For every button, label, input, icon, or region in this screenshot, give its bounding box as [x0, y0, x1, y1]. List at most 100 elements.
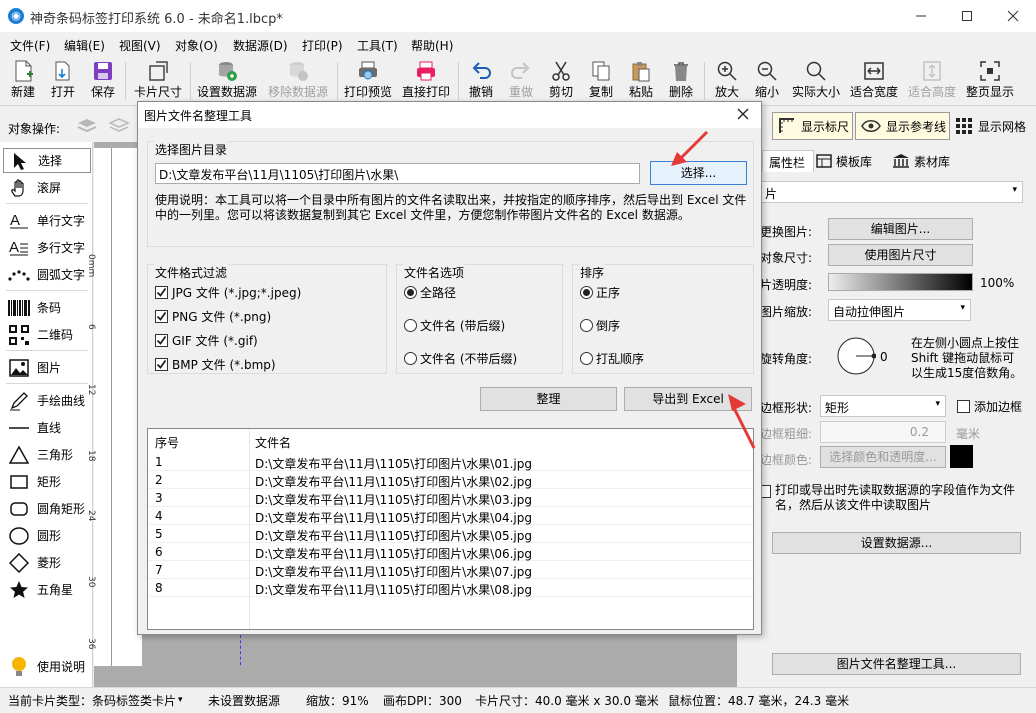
edit-image-button[interactable]: 编辑图片... [828, 218, 973, 240]
menu-help[interactable]: 帮助(H) [411, 37, 453, 54]
menu-edit[interactable]: 编辑(E) [64, 37, 105, 54]
format-jpg-checkbox[interactable]: JPG 文件 (*.jpg;*.jpeg) [155, 284, 301, 301]
border-color-swatch[interactable] [950, 445, 973, 468]
object-type-select[interactable]: 片 ▾ [758, 181, 1023, 203]
print-preview-button[interactable]: 打印预览 [343, 58, 393, 104]
fit-page-button[interactable]: 整页显示 [964, 58, 1016, 104]
format-gif-checkbox[interactable]: GIF 文件 (*.gif) [155, 332, 258, 349]
redo-button[interactable]: 重做 [504, 58, 538, 104]
zoom-in-button[interactable]: 放大 [710, 58, 744, 104]
rectangle-icon [7, 472, 31, 492]
tool-rectangle[interactable]: 矩形 [3, 469, 91, 494]
tool-arc-text[interactable]: 圆弧文字 [3, 262, 91, 287]
scale-select[interactable]: 自动拉伸图片 ▾ [828, 299, 971, 321]
tab-templates[interactable]: 模板库 [816, 150, 888, 172]
maximize-button[interactable] [944, 0, 990, 32]
save-button[interactable]: 保存 [86, 58, 120, 104]
tool-diamond[interactable]: 菱形 [3, 550, 91, 575]
border-shape-select[interactable]: 矩形 ▾ [820, 395, 946, 417]
dialog-close-icon[interactable] [736, 107, 750, 121]
read-from-datasource-checkbox[interactable]: 打印或导出时先读取数据源的字段值作为文件名，然后从该文件中读取图片 [758, 483, 1027, 513]
tool-barcode[interactable]: 条码 [3, 295, 91, 320]
tool-line[interactable]: 直线 [3, 415, 91, 440]
tab-materials[interactable]: 素材库 [892, 150, 964, 172]
menu-print[interactable]: 打印(P) [302, 37, 343, 54]
close-window-button[interactable] [990, 0, 1036, 32]
name-option-with-ext[interactable]: 文件名 (带后缀) [404, 317, 505, 334]
add-border-checkbox[interactable]: 添加边框 [957, 398, 1022, 415]
tool-star[interactable]: 五角星 [3, 577, 91, 602]
menu-object[interactable]: 对象(O) [175, 37, 218, 54]
name-option-full-path[interactable]: 全路径 [404, 284, 456, 301]
minimize-button[interactable] [898, 0, 944, 32]
tool-rounded-rectangle[interactable]: 圆角矩形 [3, 496, 91, 521]
status-card-type[interactable]: 当前卡片类型：条码标签类卡片 [8, 692, 176, 709]
fit-width-button[interactable]: 适合宽度 [848, 58, 900, 104]
image-filename-tool-button[interactable]: 图片文件名整理工具... [772, 653, 1021, 675]
table-row[interactable]: 3 D:\文章发布平台\11月\1105\打印图片\水果\03.jpg [148, 489, 753, 507]
tool-multi-line-text[interactable]: A 多行文字 [3, 235, 91, 260]
sort-descending-radio[interactable]: 倒序 [580, 317, 620, 334]
format-bmp-checkbox[interactable]: BMP 文件 (*.bmp) [155, 356, 276, 373]
opacity-slider[interactable] [828, 273, 973, 291]
table-row[interactable]: 5 D:\文章发布平台\11月\1105\打印图片\水果\05.jpg [148, 525, 753, 543]
file-list-table[interactable]: 序号 文件名 1 D:\文章发布平台\11月\1105\打印图片\水果\01.jp… [147, 428, 754, 630]
menu-view[interactable]: 视图(V) [119, 37, 161, 54]
paste-button[interactable]: 粘贴 [624, 58, 658, 104]
table-row[interactable]: 1 D:\文章发布平台\11月\1105\打印图片\水果\01.jpg [148, 453, 753, 471]
copy-button[interactable]: 复制 [584, 58, 618, 104]
tool-qrcode[interactable]: 二维码 [3, 322, 91, 347]
tool-pan[interactable]: 滚屏 [3, 175, 91, 200]
dir-path-input[interactable]: D:\文章发布平台\11月\1105\打印图片\水果\ [155, 163, 640, 184]
tool-image[interactable]: 图片 [3, 355, 91, 380]
print-preview-icon [343, 58, 393, 84]
card-size-button[interactable]: 卡片尺寸 [132, 58, 184, 104]
show-guides-toggle[interactable]: 显示参考线 [855, 112, 950, 140]
tool-circle[interactable]: 圆形 [3, 523, 91, 548]
undo-button[interactable]: 撤销 [464, 58, 498, 104]
column-header-index[interactable]: 序号 [155, 434, 179, 451]
direct-print-button[interactable]: 直接打印 [401, 58, 451, 104]
help-button[interactable]: 使用说明 [3, 654, 91, 679]
menu-file[interactable]: 文件(F) [10, 37, 50, 54]
table-row[interactable]: 2 D:\文章发布平台\11月\1105\打印图片\水果\02.jpg [148, 471, 753, 489]
set-datasource-button[interactable]: 设置数据源 [196, 58, 258, 104]
tool-select[interactable]: 选择 [3, 148, 91, 173]
show-grid-toggle[interactable]: 显示网格 [954, 112, 1034, 140]
table-row[interactable]: 8 D:\文章发布平台\11月\1105\打印图片\水果\08.jpg [148, 579, 753, 597]
dir-group: 选择图片目录 D:\文章发布平台\11月\1105\打印图片\水果\ 选择...… [147, 141, 754, 247]
column-header-filename[interactable]: 文件名 [255, 434, 291, 451]
tool-single-line-text[interactable]: A 单行文字 [3, 208, 91, 233]
set-datasource-panel-button[interactable]: 设置数据源... [772, 532, 1021, 554]
redo-icon [504, 58, 538, 84]
table-row[interactable]: 4 D:\文章发布平台\11月\1105\打印图片\水果\04.jpg [148, 507, 753, 525]
delete-button[interactable]: 删除 [664, 58, 698, 104]
sort-ascending-radio[interactable]: 正序 [580, 284, 620, 301]
zoom-out-button[interactable]: 缩小 [750, 58, 784, 104]
use-image-size-button[interactable]: 使用图片尺寸 [828, 244, 973, 266]
new-button[interactable]: 新建 [6, 58, 40, 104]
actual-size-button[interactable]: 实际大小 [790, 58, 842, 104]
name-option-no-ext[interactable]: 文件名 (不带后缀) [404, 350, 517, 367]
remove-datasource-button[interactable]: 移除数据源 [266, 58, 330, 104]
tool-triangle[interactable]: 三角形 [3, 442, 91, 467]
fit-height-button[interactable]: 适合高度 [906, 58, 958, 104]
sort-shuffle-radio[interactable]: 打乱顺序 [580, 350, 644, 367]
layers-icon[interactable] [76, 117, 98, 133]
show-ruler-toggle[interactable]: 显示标尺 [772, 112, 853, 140]
cut-button[interactable]: 剪切 [544, 58, 578, 104]
border-width-spinner[interactable]: 0.2 [820, 421, 946, 443]
open-button[interactable]: 打开 [46, 58, 80, 104]
tool-freehand[interactable]: 手绘曲线 [3, 388, 91, 413]
rotation-dial[interactable] [836, 336, 876, 376]
table-row[interactable]: 6 D:\文章发布平台\11月\1105\打印图片\水果\06.jpg [148, 543, 753, 561]
border-color-button[interactable]: 选择颜色和透明度... [820, 446, 946, 468]
format-png-checkbox[interactable]: PNG 文件 (*.png) [155, 308, 271, 325]
eye-icon [861, 119, 881, 133]
organize-button[interactable]: 整理 [480, 387, 617, 411]
table-row[interactable]: 7 D:\文章发布平台\11月\1105\打印图片\水果\07.jpg [148, 561, 753, 579]
stack-icon[interactable] [108, 117, 130, 133]
menu-tools[interactable]: 工具(T) [357, 37, 398, 54]
menu-datasource[interactable]: 数据源(D) [233, 37, 288, 54]
tab-properties[interactable]: 属性栏 [762, 150, 814, 172]
